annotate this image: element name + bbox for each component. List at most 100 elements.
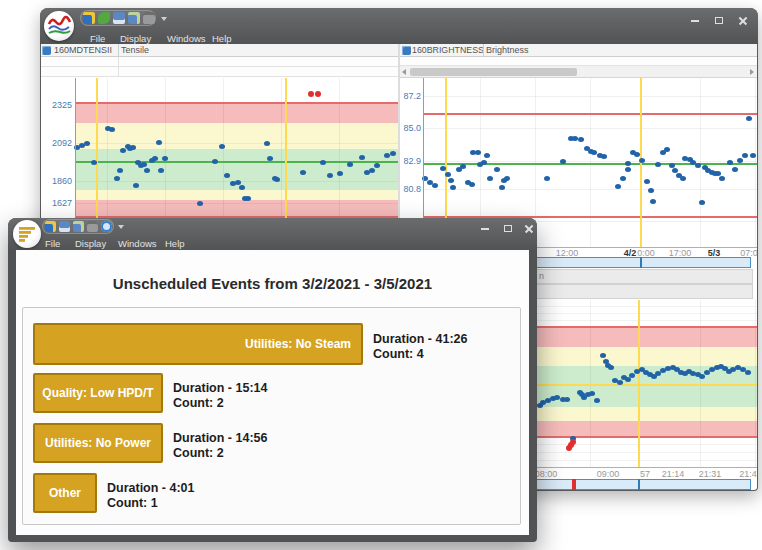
data-point xyxy=(750,153,756,158)
maximize-button[interactable] xyxy=(712,15,726,27)
chart-icon xyxy=(402,46,411,55)
data-point xyxy=(727,160,733,165)
open-icon[interactable] xyxy=(45,221,56,232)
pareto-bar-label: Other xyxy=(49,486,81,500)
chart-band-yellow xyxy=(76,190,398,200)
print-icon[interactable] xyxy=(143,12,155,24)
duration-text: Duration - 41:26 xyxy=(373,332,467,347)
y-tick-label: 87.2 xyxy=(400,91,421,101)
data-point xyxy=(475,150,481,155)
data-point xyxy=(608,365,614,370)
data-point xyxy=(564,397,570,402)
data-point xyxy=(620,176,626,181)
data-point xyxy=(560,159,566,164)
data-point xyxy=(440,166,446,171)
data-point xyxy=(732,167,738,172)
data-point xyxy=(327,173,333,178)
data-point xyxy=(460,164,466,169)
violation-point xyxy=(308,91,314,97)
print-icon[interactable] xyxy=(87,221,98,232)
data-point xyxy=(152,156,158,161)
data-point xyxy=(625,161,631,166)
menu-windows[interactable]: Windows xyxy=(167,33,206,44)
menu-windows[interactable]: Windows xyxy=(118,238,157,249)
data-point xyxy=(300,170,306,175)
data-point xyxy=(369,168,375,173)
scroll-right-icon[interactable] xyxy=(750,69,754,75)
menu-help[interactable]: Help xyxy=(212,33,232,44)
data-point xyxy=(432,183,438,188)
close-button[interactable] xyxy=(522,223,536,235)
time-tick-label: 17:00 xyxy=(665,248,695,257)
pareto-bar[interactable]: Utilities: No Power xyxy=(33,423,163,463)
scrollbar-thumb[interactable] xyxy=(410,68,577,76)
time-tick-label: 07:0 xyxy=(734,248,757,257)
timeline-divider xyxy=(640,257,642,268)
minimize-button[interactable] xyxy=(688,15,702,27)
data-point xyxy=(699,200,705,205)
pareto-bar-label: Utilities: No Power xyxy=(45,436,151,450)
data-point xyxy=(594,398,600,403)
data-point xyxy=(615,184,621,189)
duration-text: Duration - 15:14 xyxy=(173,381,267,396)
menu-file[interactable]: File xyxy=(90,33,105,44)
data-point xyxy=(601,154,607,159)
data-point xyxy=(337,171,343,176)
menu-help[interactable]: Help xyxy=(165,238,185,249)
menu-file[interactable]: File xyxy=(45,238,60,249)
data-point xyxy=(320,160,326,165)
pareto-bar[interactable]: Other xyxy=(33,473,97,513)
time-tick-label: 09:00 xyxy=(593,469,623,478)
refresh-icon[interactable] xyxy=(101,221,112,232)
data-point xyxy=(650,199,656,204)
app-logo-pareto xyxy=(13,220,41,248)
save-as-icon[interactable] xyxy=(73,221,84,232)
data-point xyxy=(487,176,493,181)
pareto-chart-panel: Utilities: No Steam Duration - 41:26 Count… xyxy=(22,307,521,525)
data-point xyxy=(648,188,654,193)
leaf-icon[interactable] xyxy=(98,12,110,24)
data-point xyxy=(695,163,701,168)
time-tick-label: 5/3 xyxy=(699,248,729,257)
data-point xyxy=(162,156,168,161)
app-logo-charts xyxy=(44,11,74,41)
data-point xyxy=(130,145,136,150)
panel-header-divider xyxy=(118,44,119,57)
panel-header-divider xyxy=(483,44,484,57)
bw-titlebar[interactable]: File Display Windows Help xyxy=(40,8,758,44)
data-point xyxy=(374,163,380,168)
data-point xyxy=(504,176,510,181)
count-text: Count: 1 xyxy=(107,496,195,511)
open-icon[interactable] xyxy=(83,12,95,24)
save-icon[interactable] xyxy=(59,221,70,232)
pareto-bar[interactable]: Quality: Low HPD/T xyxy=(33,373,163,413)
menu-display[interactable]: Display xyxy=(120,33,151,44)
close-button[interactable] xyxy=(736,15,750,27)
fw-titlebar[interactable]: File Display Windows Help xyxy=(8,218,537,250)
data-point xyxy=(699,374,705,379)
gridline xyxy=(76,203,398,204)
pareto-window: FileDisplayWindowsHelp Unscheduled Event… xyxy=(8,218,537,542)
panel-title-tensile: Tensile xyxy=(121,45,201,56)
data-point xyxy=(84,141,90,146)
pareto-bar[interactable]: Utilities: No Steam xyxy=(33,323,363,365)
panel-id-tensile: 160MDTENSII xyxy=(54,45,118,56)
minimize-button[interactable] xyxy=(478,223,492,235)
data-point xyxy=(625,167,631,172)
save-icon[interactable] xyxy=(113,12,125,24)
gridline xyxy=(424,128,757,129)
data-point xyxy=(445,172,451,177)
toolbar-overflow-icon[interactable] xyxy=(118,225,124,229)
menu-display[interactable]: Display xyxy=(75,238,106,249)
maximize-button[interactable] xyxy=(501,223,515,235)
pareto-bar-label: Utilities: No Steam xyxy=(245,337,351,351)
data-point xyxy=(746,116,752,121)
y-tick-label: 2092 xyxy=(41,138,72,148)
scroll-left-icon[interactable] xyxy=(402,69,406,75)
toolbar-overflow-icon[interactable] xyxy=(161,17,167,21)
time-tick-label: 12:00 xyxy=(552,248,582,257)
time-tick-label: 57 xyxy=(630,469,660,478)
time-tick-label: 0:00 xyxy=(631,248,661,257)
time-tick-label: 21:31 xyxy=(695,469,725,478)
save-as-icon[interactable] xyxy=(128,12,140,24)
